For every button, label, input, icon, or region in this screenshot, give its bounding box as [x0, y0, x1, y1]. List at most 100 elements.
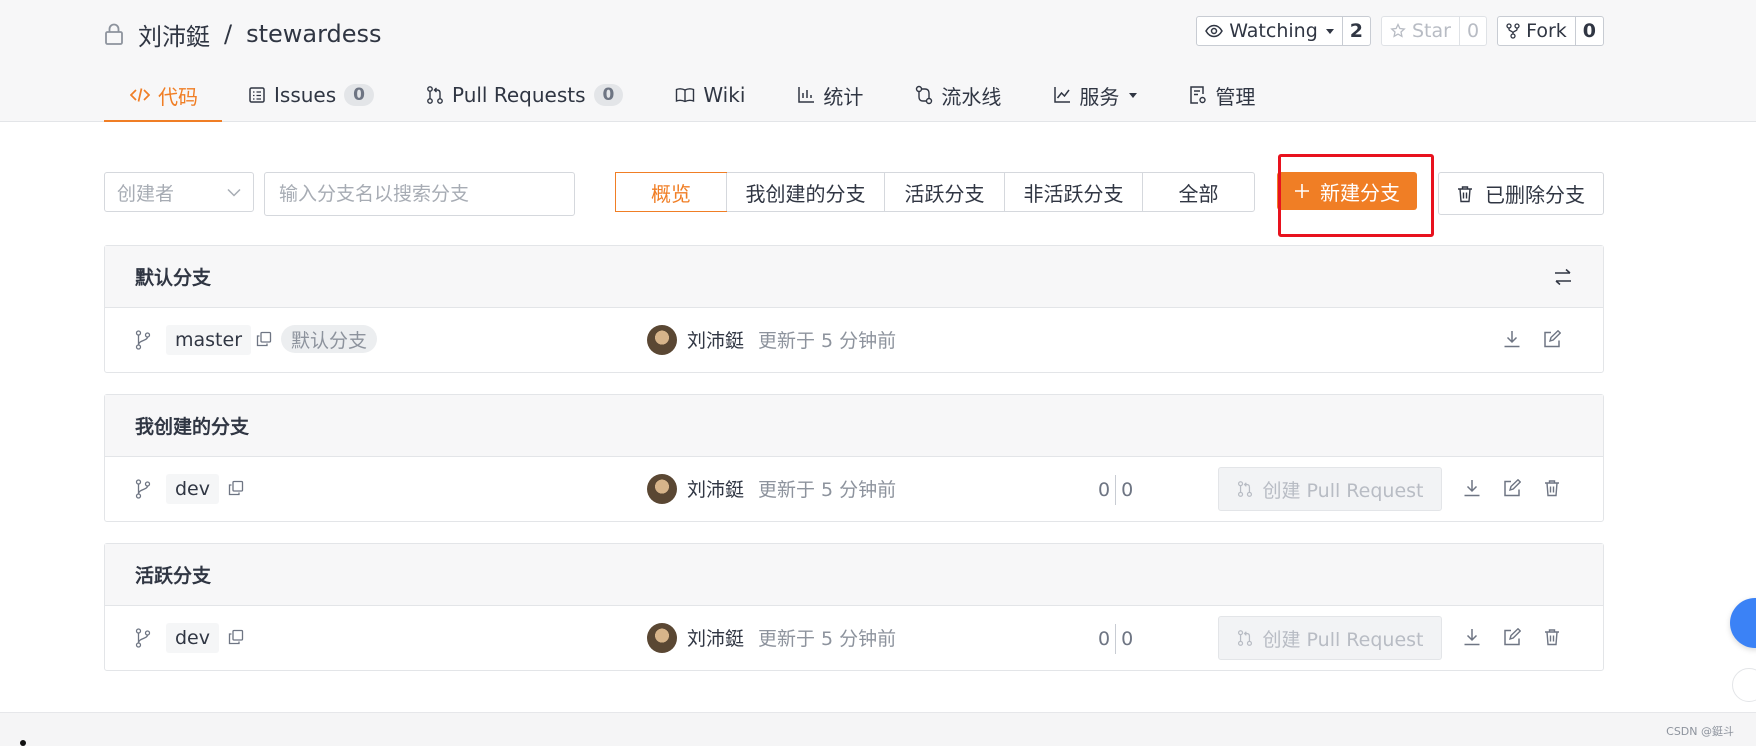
- section-header: 我创建的分支: [105, 395, 1603, 457]
- tab-stats[interactable]: 统计: [771, 70, 889, 120]
- repo-header: 刘沛鋌 / stewardess Watching 2 Star 0 Fork …: [0, 0, 1756, 122]
- tab-manage[interactable]: 管理: [1163, 70, 1281, 120]
- download-icon[interactable]: [1503, 330, 1521, 348]
- fork-count[interactable]: 0: [1574, 17, 1603, 45]
- filter-all[interactable]: 全部: [1142, 173, 1254, 211]
- pull-request-icon: [426, 85, 444, 105]
- divider: [1115, 475, 1117, 505]
- branch-icon: [135, 628, 151, 648]
- default-branch-section: 默认分支 master 默认分支 刘沛鋌 更新于 5 分钟前: [104, 245, 1604, 373]
- branch-icon: [135, 479, 151, 499]
- tab-issues[interactable]: Issues 0: [222, 70, 400, 120]
- chevron-down-icon: [1129, 92, 1138, 98]
- star-count[interactable]: 0: [1458, 17, 1486, 45]
- new-branch-button[interactable]: 新建分支: [1277, 172, 1417, 210]
- branch-row: dev 刘沛鋌 更新于 5 分钟前 0 0 创建 Pull Request: [105, 457, 1603, 521]
- filter-inactive[interactable]: 非活跃分支: [1004, 173, 1142, 211]
- bar-chart-icon: [797, 86, 815, 104]
- avatar[interactable]: [647, 325, 677, 355]
- watch-button[interactable]: Watching 2: [1196, 16, 1371, 46]
- repo-name-link[interactable]: stewardess: [246, 20, 381, 48]
- tab-services-label: 服务: [1079, 84, 1120, 109]
- code-icon: [130, 87, 150, 103]
- branch-name-link[interactable]: master: [166, 325, 252, 355]
- footer-strip: [0, 712, 1756, 746]
- switch-arrows-icon[interactable]: [1553, 268, 1573, 286]
- repo-title: 刘沛鋌 / stewardess: [104, 16, 382, 52]
- deleted-branches-button[interactable]: 已删除分支: [1438, 172, 1604, 215]
- tab-pipeline[interactable]: 流水线: [889, 70, 1027, 120]
- section-header: 默认分支: [105, 246, 1603, 308]
- behind-count: 0: [1098, 628, 1111, 650]
- watch-main: Watching: [1197, 17, 1342, 45]
- fork-label: Fork: [1526, 20, 1567, 42]
- branch-filter-group: 概览 我创建的分支 活跃分支 非活跃分支 全部: [615, 172, 1255, 212]
- branch-name-link[interactable]: dev: [166, 623, 219, 653]
- tab-pull-requests[interactable]: Pull Requests 0: [400, 70, 649, 120]
- trash-icon[interactable]: [1543, 628, 1561, 646]
- tab-code[interactable]: 代码: [104, 70, 222, 122]
- watch-count[interactable]: 2: [1341, 17, 1370, 45]
- section-title: 活跃分支: [135, 565, 212, 587]
- author-name[interactable]: 刘沛鋌: [687, 475, 744, 502]
- default-branch-tag: 默认分支: [281, 325, 378, 353]
- divider: [1115, 624, 1117, 654]
- floating-feedback-button[interactable]: [1732, 668, 1756, 702]
- lock-icon: [104, 23, 124, 45]
- create-pull-request-button[interactable]: 创建 Pull Request: [1218, 467, 1442, 511]
- ahead-count: 0: [1121, 628, 1134, 650]
- updated-time: 更新于 5 分钟前: [758, 628, 897, 650]
- section-header: 活跃分支: [105, 544, 1603, 606]
- pull-request-icon: [1237, 480, 1253, 498]
- ahead-behind-counter: 0 0: [1098, 624, 1133, 654]
- branch-search-input[interactable]: [264, 172, 575, 216]
- download-icon[interactable]: [1463, 479, 1481, 497]
- tab-stats-label: 统计: [823, 84, 864, 109]
- chevron-down-icon: [1325, 28, 1334, 34]
- avatar[interactable]: [647, 623, 677, 653]
- branch-name-link[interactable]: dev: [166, 474, 219, 504]
- tab-pull-requests-label: Pull Requests: [451, 83, 586, 107]
- filter-active[interactable]: 活跃分支: [884, 173, 1004, 211]
- floating-assistant-button[interactable]: [1730, 598, 1756, 648]
- plus-icon: [1294, 183, 1310, 199]
- trash-icon[interactable]: [1543, 479, 1561, 497]
- create-pull-request-button[interactable]: 创建 Pull Request: [1218, 616, 1442, 660]
- tab-wiki-label: Wiki: [703, 83, 746, 107]
- ahead-count: 0: [1121, 479, 1134, 501]
- repo-owner-link[interactable]: 刘沛鋌: [138, 17, 210, 52]
- copy-icon[interactable]: [256, 331, 272, 347]
- edit-icon[interactable]: [1503, 628, 1521, 646]
- edit-icon[interactable]: [1543, 330, 1561, 348]
- create-pull-request-label: 创建 Pull Request: [1262, 628, 1424, 651]
- tab-services[interactable]: 服务: [1027, 70, 1163, 120]
- creator-select[interactable]: 创建者: [104, 172, 254, 212]
- star-main: Star: [1382, 17, 1459, 45]
- watch-label: Watching: [1229, 20, 1318, 42]
- creator-placeholder: 创建者: [117, 182, 175, 205]
- trash-icon: [1457, 185, 1473, 203]
- star-button[interactable]: Star 0: [1381, 16, 1488, 46]
- download-icon[interactable]: [1463, 628, 1481, 646]
- filter-overview[interactable]: 概览: [615, 172, 727, 212]
- filter-my-branches[interactable]: 我创建的分支: [726, 173, 884, 211]
- copy-icon[interactable]: [228, 629, 244, 645]
- edit-icon[interactable]: [1503, 479, 1521, 497]
- line-chart-icon: [1053, 86, 1071, 104]
- avatar[interactable]: [647, 474, 677, 504]
- section-title: 我创建的分支: [135, 416, 250, 438]
- fork-button[interactable]: Fork 0: [1497, 16, 1604, 46]
- branch-row: dev 刘沛鋌 更新于 5 分钟前 0 0 创建 Pull Request: [105, 606, 1603, 670]
- chevron-down-icon: [227, 188, 241, 197]
- issues-icon: [248, 86, 266, 104]
- tab-pipeline-label: 流水线: [941, 84, 1002, 109]
- author-name[interactable]: 刘沛鋌: [687, 624, 744, 651]
- author-name[interactable]: 刘沛鋌: [687, 326, 744, 353]
- new-branch-label: 新建分支: [1320, 180, 1400, 205]
- copy-icon[interactable]: [228, 480, 244, 496]
- updated-time: 更新于 5 分钟前: [758, 330, 897, 352]
- branch-icon: [135, 330, 151, 350]
- tab-wiki[interactable]: Wiki: [649, 70, 771, 120]
- book-icon: [675, 87, 695, 103]
- repo-actions: Watching 2 Star 0 Fork 0: [1196, 16, 1604, 46]
